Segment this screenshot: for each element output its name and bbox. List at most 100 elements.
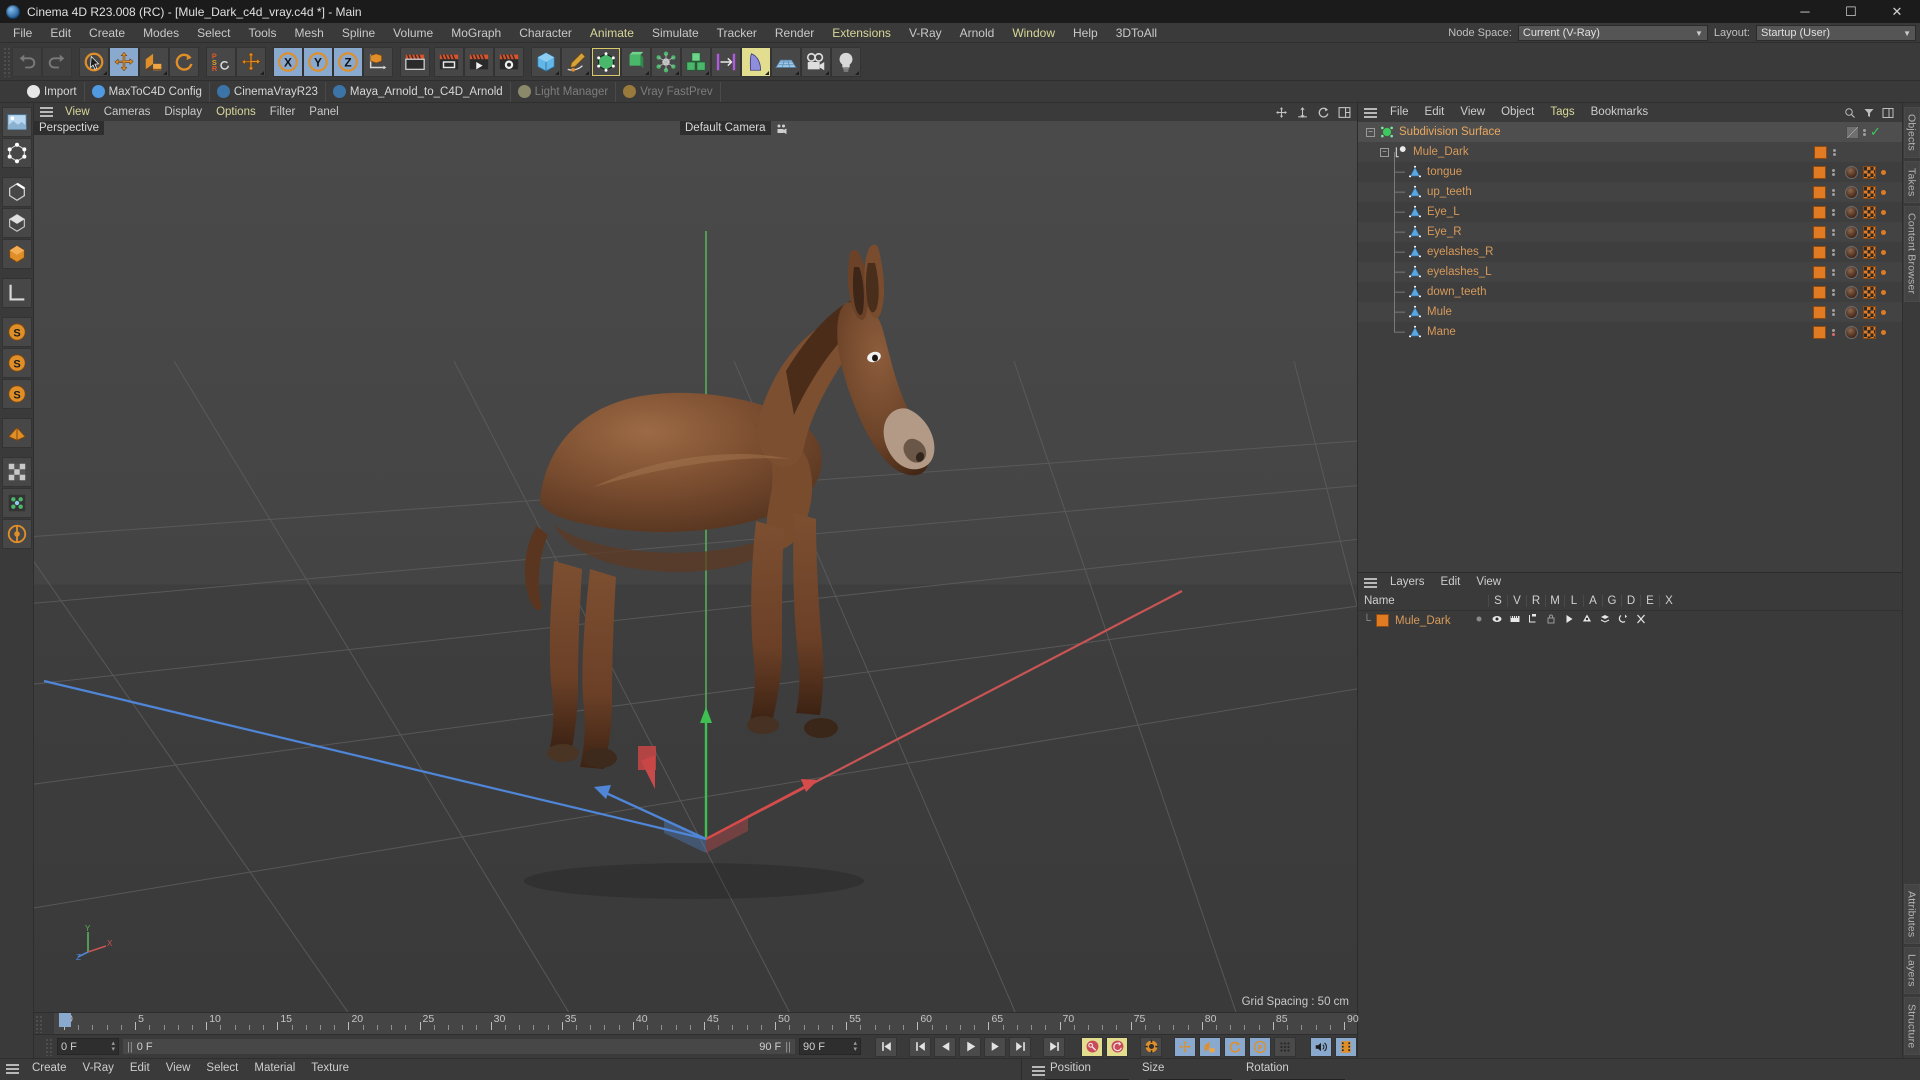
rotate-tool-button[interactable] [169,46,199,77]
subdivision-surface-button[interactable] [591,46,621,77]
material-tag-icon[interactable] [1845,205,1858,219]
play-button[interactable] [959,1036,981,1057]
move-tool-button[interactable] [109,46,139,77]
layer-column-s[interactable]: S [1488,595,1507,607]
preview-range-bar[interactable]: || 0 F 90 F || [122,1038,796,1055]
viewport-menu-hamburger-icon[interactable] [40,107,53,117]
material-tag-icon[interactable] [1845,225,1858,239]
prev-frame-button[interactable] [934,1036,956,1057]
visibility-dots-icon[interactable] [1832,308,1835,316]
range-handle-right-icon[interactable]: || [785,1041,791,1053]
autokeying-button[interactable] [1106,1036,1128,1057]
viewport-menu-panel[interactable]: Panel [302,103,345,121]
object-row[interactable]: — tongue [1358,162,1902,182]
uvw-tag-icon[interactable] [1863,205,1876,219]
menu-item-animate[interactable]: Animate [581,23,643,43]
layer-column-m[interactable]: M [1545,595,1564,607]
menu-item-window[interactable]: Window [1003,23,1064,43]
mode-polygons-button[interactable] [1,208,32,238]
filter-icon[interactable] [1863,107,1875,119]
next-frame-button[interactable] [984,1036,1006,1057]
expression-icon[interactable] [1617,613,1629,628]
toolbar-grip[interactable] [3,46,11,77]
menu-item-extensions[interactable]: Extensions [823,23,900,43]
plugin-button-cinemavrayr23[interactable]: CinemaVrayR23 [210,81,326,102]
menu-item-arnold[interactable]: Arnold [951,23,1004,43]
key-position-button[interactable] [1174,1036,1196,1057]
menu-item-tools[interactable]: Tools [239,23,285,43]
visibility-dots-icon[interactable] [1833,148,1836,156]
redo-button[interactable] [42,46,72,77]
selection-tag-icon[interactable] [1881,269,1886,275]
plugin-button-light-manager[interactable]: Light Manager [511,81,617,102]
spacer-button[interactable] [711,46,741,77]
mode-model-button[interactable] [1,239,32,269]
enable-checkmark-icon[interactable]: ✓ [1870,124,1902,140]
move-axis-button[interactable] [236,46,266,77]
uv-mesh-button[interactable] [1,488,32,518]
solo-icon[interactable] [1473,613,1485,628]
cloner-button[interactable] [681,46,711,77]
layer-column-v[interactable]: V [1507,595,1526,607]
point-level-animation-button[interactable] [1274,1036,1296,1057]
timeline-ruler[interactable]: 051015202530354045505560657075808590 [34,1012,1359,1035]
layer-column-x[interactable]: X [1659,595,1678,607]
material-tag-icon[interactable] [1845,165,1858,179]
enable-snap-button[interactable]: S [1,348,32,378]
object-manager-menu-object[interactable]: Object [1493,103,1542,122]
plugin-button-maya-arnold-to-c4d-arnold[interactable]: Maya_Arnold_to_C4D_Arnold [326,81,511,102]
object-manager-menu-view[interactable]: View [1452,103,1493,122]
object-manager-menu-tags[interactable]: Tags [1542,103,1582,122]
layer-menu-layers[interactable]: Layers [1382,573,1433,592]
range-handle-left-icon[interactable]: || [127,1041,133,1053]
material-menu-edit[interactable]: Edit [122,1059,158,1078]
viewport[interactable]: Perspective Default Camera Y X Z Grid Sp… [34,121,1357,1012]
rotate-view-icon[interactable] [1317,106,1330,119]
visibility-dots-icon[interactable] [1832,248,1835,256]
object-row[interactable]: — Eye_R [1358,222,1902,242]
pen-spline-button[interactable] [561,46,591,77]
tree-expander-icon[interactable]: − [1366,127,1375,137]
dock-tab-takes[interactable]: Takes [1903,161,1920,204]
menu-item-mograph[interactable]: MoGraph [442,23,510,43]
material-menu-material[interactable]: Material [246,1059,303,1078]
floor-environment-button[interactable] [771,46,801,77]
key-rotation-button[interactable] [1224,1036,1246,1057]
menu-item-help[interactable]: Help [1064,23,1107,43]
animbar-grip[interactable] [45,1037,53,1056]
animation-icon[interactable] [1563,613,1575,628]
material-tag-icon[interactable] [1845,325,1858,339]
layer-manager-hamburger-icon[interactable] [1364,577,1377,588]
selection-tag-icon[interactable] [1881,169,1886,175]
layer-color-tag[interactable] [1814,145,1827,159]
xref-icon[interactable] [1635,613,1647,628]
lock-icon[interactable] [1545,613,1557,628]
material-menu-v-ray[interactable]: V-Ray [75,1059,122,1078]
dock-tab-content-browser[interactable]: Content Browser [1903,206,1920,302]
object-manager-hamburger-icon[interactable] [1364,107,1377,118]
animation-filter-button[interactable] [1335,1036,1357,1057]
object-row[interactable]: — up_teeth [1358,182,1902,202]
render-settings-button[interactable] [494,46,524,77]
uvw-tag-icon[interactable] [1863,305,1876,319]
key-scale-button[interactable] [1199,1036,1221,1057]
mode-texture-button[interactable] [1,107,32,137]
object-row[interactable]: — Mane [1358,322,1902,342]
render-icon[interactable] [1509,613,1521,628]
dock-tab-structure[interactable]: Structure [1903,996,1920,1055]
next-keyframe-button[interactable] [1009,1036,1031,1057]
keyframe-selection-button[interactable] [1140,1036,1162,1057]
object-manager-menu-bookmarks[interactable]: Bookmarks [1583,103,1657,122]
selection-tag-icon[interactable] [1881,189,1886,195]
layout-select[interactable]: Startup (User) ▼ [1756,25,1916,41]
menu-item-spline[interactable]: Spline [333,23,384,43]
axis-x-button[interactable]: X [273,46,303,77]
object-row[interactable]: — Mule [1358,302,1902,322]
material-tag-icon[interactable] [1845,265,1858,279]
visibility-dots-icon[interactable] [1832,228,1835,236]
mode-points-button[interactable] [1,138,32,168]
enable-axis-button[interactable]: S [1,317,32,347]
visibility-dots-icon[interactable] [1832,168,1835,176]
go-to-end-button[interactable] [1043,1036,1065,1057]
layer-color-tag[interactable] [1813,225,1826,239]
